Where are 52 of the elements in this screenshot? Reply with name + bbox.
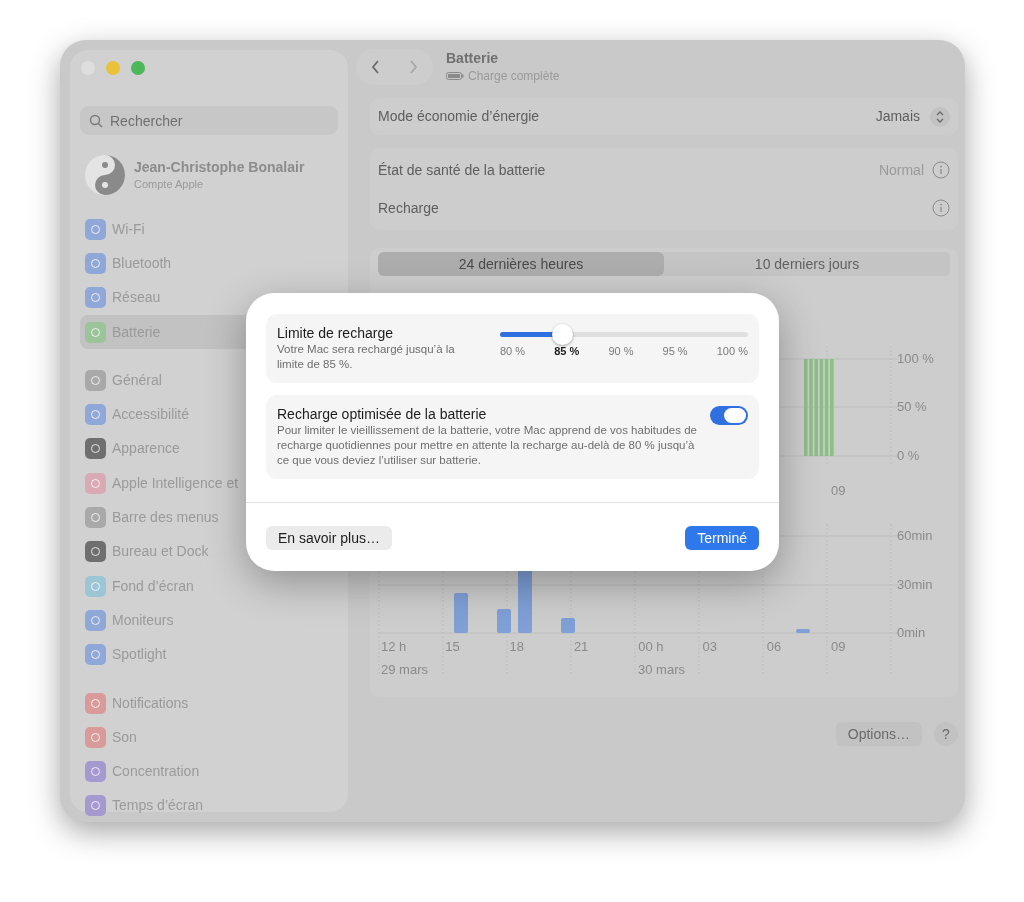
axis-label: 03 (702, 640, 717, 653)
help-button[interactable]: ? (934, 722, 958, 746)
search-field[interactable]: Rechercher (80, 106, 338, 135)
axis-label: 12 h (381, 640, 407, 653)
options-button[interactable]: Options… (835, 722, 922, 746)
usage-bar (561, 618, 575, 633)
axis-label: 21 (573, 640, 589, 653)
learn-more-button[interactable]: En savoir plus… (266, 526, 392, 550)
axis-label: 0 % (897, 449, 920, 462)
stepper-icon[interactable] (930, 106, 950, 127)
battery-icon (446, 71, 464, 80)
axis-label: 06 (766, 640, 782, 653)
search-icon (89, 114, 103, 128)
axis-label: 30min (897, 578, 933, 591)
tick-label: 80 % (500, 344, 526, 359)
axis-label: 00 h (638, 640, 664, 653)
yin-yang-avatar-icon[interactable] (84, 154, 126, 196)
page-title: Batterie (446, 49, 500, 67)
setting-value: Jamais (875, 107, 920, 126)
account-name: Jean-Christophe Bonalair (134, 157, 305, 176)
axis-label: 0min (897, 626, 926, 639)
info-icon[interactable] (932, 161, 950, 179)
usage-bar (796, 629, 810, 633)
forward-icon[interactable] (408, 59, 419, 75)
toggle-switch[interactable] (710, 406, 748, 425)
info-icon[interactable] (932, 199, 950, 217)
tick-label: 90 % (608, 344, 634, 359)
tick-label: 100 % (716, 344, 748, 359)
slider-thumb[interactable] (552, 323, 573, 345)
axis-label: 29 mars (381, 663, 428, 676)
usage-bar (497, 609, 511, 633)
minimize-icon[interactable] (106, 61, 120, 75)
axis-label: 100 % (897, 352, 934, 365)
axis-label: 60min (897, 529, 933, 542)
axis-label: 30 mars (638, 663, 685, 676)
back-icon[interactable] (370, 59, 381, 75)
zoom-icon[interactable] (131, 61, 145, 75)
axis-label: 18 (509, 640, 525, 653)
axis-label: 50 % (897, 400, 927, 413)
setting-label: Recharge (378, 198, 440, 218)
setting-label: Mode économie d’énergie (378, 107, 541, 126)
usage-bar (454, 593, 468, 633)
setting-title: Recharge optimisée de la batterie (277, 405, 488, 423)
axis-label: 09 (831, 640, 846, 653)
range-tab[interactable]: 24 dernières heures (378, 252, 664, 276)
axis-label: 09 (831, 484, 846, 497)
setting-description: Pour limiter le vieillissement de la batterie, votre Mac apprend de vos habitudes de recharge quotidiennes pour mettre en attente la recharge au-delà de 80 % jusqu’à ce que vous deviez l’utiliser sur batterie. (277, 423, 698, 468)
setting-label: État de santé de la batterie (378, 160, 547, 180)
tick-label: 85 % (554, 344, 580, 359)
tick-label: 95 % (662, 344, 688, 359)
done-button[interactable]: Terminé (685, 526, 759, 550)
axis-label: 15 (445, 640, 460, 653)
